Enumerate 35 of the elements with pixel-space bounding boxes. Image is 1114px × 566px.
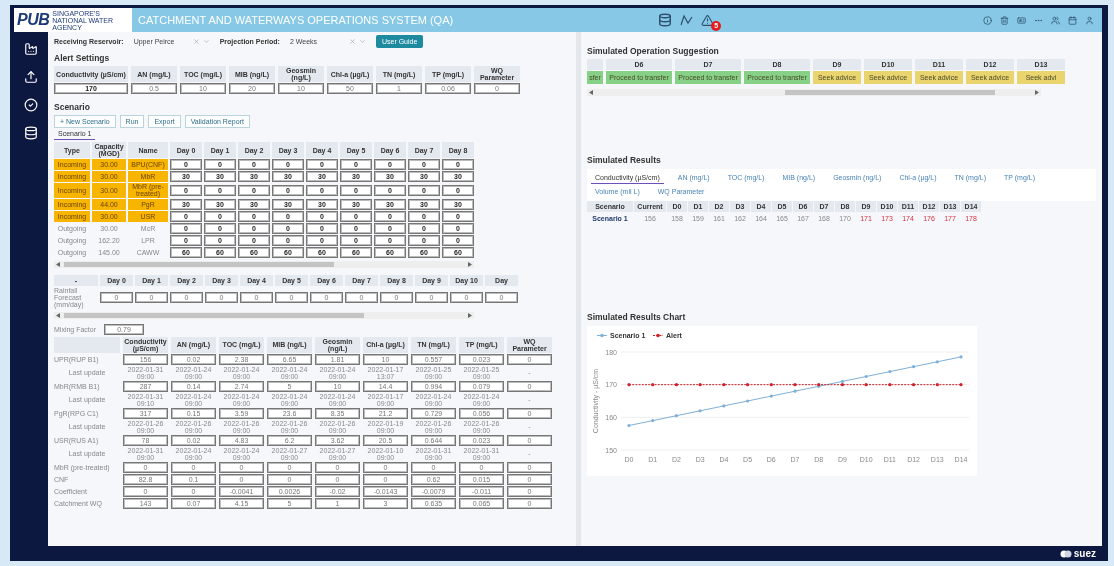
- scrollbar[interactable]: [587, 89, 1041, 96]
- warning-icon[interactable]: [701, 13, 715, 27]
- scroll-right-icon[interactable]: [468, 312, 472, 318]
- line-chart-icon[interactable]: [680, 14, 694, 26]
- logo-text: PUB: [17, 11, 50, 29]
- trash-icon[interactable]: [1000, 15, 1009, 25]
- app-title: CATCHMENT AND WATERWAYS OPERATIONS SYSTEM (QA): [138, 14, 454, 26]
- section-title: Alert Settings: [54, 53, 111, 63]
- section-title: Scenario: [54, 102, 91, 112]
- user-icon[interactable]: [1085, 15, 1094, 25]
- logo-icon: [1059, 549, 1072, 558]
- scrollbar-thumb[interactable]: [785, 90, 995, 95]
- calendar-icon[interactable]: [1068, 15, 1077, 25]
- scroll-left-icon[interactable]: [56, 312, 60, 318]
- scrollbar[interactable]: [54, 260, 474, 268]
- factory-icon[interactable]: [24, 42, 38, 56]
- card-icon[interactable]: [1017, 15, 1026, 25]
- users-icon[interactable]: [1051, 15, 1060, 25]
- scroll-right-icon[interactable]: [1035, 90, 1039, 95]
- scroll-right-icon[interactable]: [468, 261, 472, 267]
- check-circle-icon[interactable]: [24, 98, 38, 112]
- database-icon[interactable]: [24, 126, 38, 140]
- column-header: [587, 59, 603, 70]
- column-header: [54, 336, 120, 353]
- info-icon[interactable]: [983, 15, 992, 25]
- scrollbar-thumb[interactable]: [64, 312, 364, 318]
- scroll-left-icon[interactable]: [56, 261, 60, 267]
- scrollbar-thumb[interactable]: [64, 261, 334, 267]
- scroll-left-icon[interactable]: [589, 90, 593, 95]
- scrollbar[interactable]: [54, 311, 474, 319]
- section-title: Simulated Results: [587, 155, 662, 165]
- footer-logo: suez: [1073, 548, 1096, 559]
- section-title: Simulated Operation Suggestion: [587, 46, 720, 56]
- upload-icon[interactable]: [24, 70, 38, 84]
- section-title: Simulated Results Chart: [587, 312, 687, 322]
